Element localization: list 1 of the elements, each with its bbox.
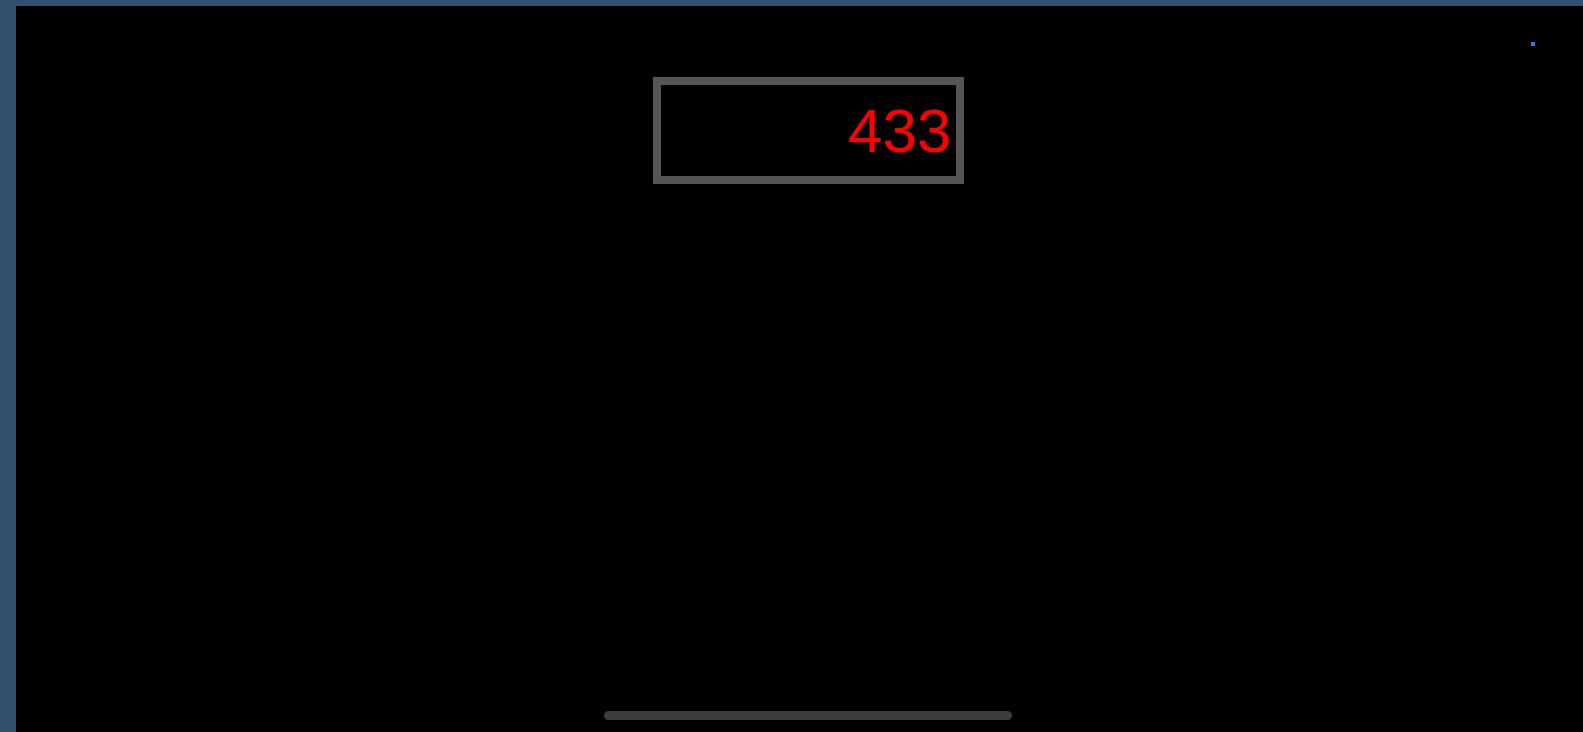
number-display: 433 bbox=[652, 77, 964, 184]
